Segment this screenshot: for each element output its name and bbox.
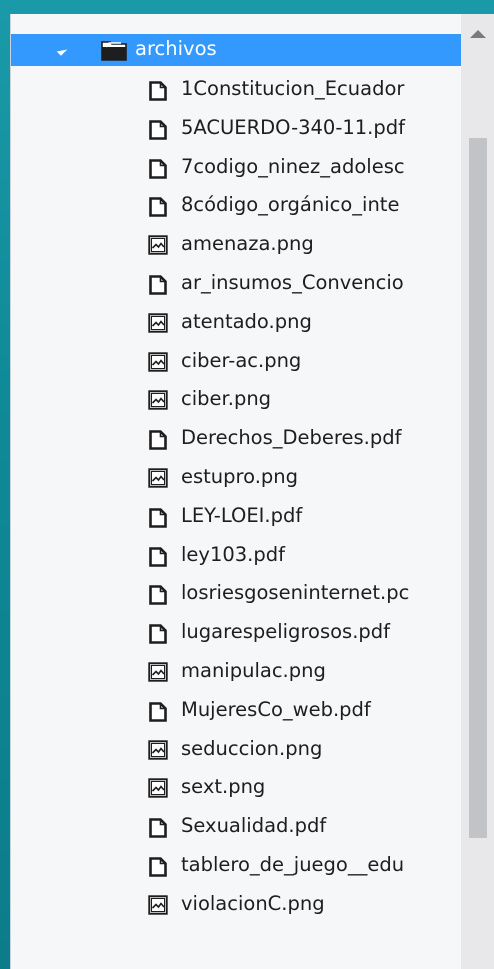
folder-label: archivos — [135, 37, 217, 60]
tree-file-label: lugarespeligrosos.pdf — [181, 620, 391, 644]
tree-file-label: Derechos_Deberes.pdf — [181, 426, 402, 450]
image-file-icon — [148, 313, 168, 333]
tree-file-item[interactable]: losriesgoseninternet.pc — [11, 578, 471, 610]
tree-file-label: ley103.pdf — [181, 542, 285, 566]
image-file-icon — [148, 739, 168, 760]
tree-file-item[interactable]: 5ACUERDO-340-11.pdf — [11, 113, 471, 145]
tree-file-label: ciber.png — [181, 387, 272, 411]
document-file-icon — [149, 275, 167, 295]
tree-file-item[interactable]: 8código_orgánico_inte — [11, 190, 471, 222]
image-file-icon — [148, 468, 168, 488]
folder-open-icon — [101, 41, 127, 61]
tree-file-label: LEY-LOEI.pdf — [181, 503, 303, 527]
expand-collapse-triangle-icon[interactable] — [56, 45, 68, 56]
scrollbar-thumb[interactable] — [469, 138, 487, 838]
tree-file-label: 8código_orgánico_inte — [181, 193, 400, 217]
document-file-icon — [149, 119, 167, 140]
document-file-icon — [149, 546, 167, 567]
document-file-icon — [149, 585, 167, 606]
tree-file-label: 7codigo_ninez_adolesc — [181, 154, 405, 178]
tree-file-item[interactable]: violacionC.png — [11, 889, 471, 921]
tree-file-item[interactable]: MujeresCo_web.pdf — [11, 695, 471, 727]
tree-file-item[interactable]: LEY-LOEI.pdf — [11, 501, 471, 533]
scroll-up-arrow-icon[interactable] — [470, 30, 486, 38]
tree-file-item[interactable]: ley103.pdf — [11, 540, 471, 572]
vertical-scrollbar[interactable] — [461, 14, 494, 969]
tree-file-label: losriesgoseninternet.pc — [181, 581, 410, 605]
image-file-icon — [148, 390, 168, 411]
tree-file-item[interactable]: Sexualidad.pdf — [11, 811, 471, 843]
tree-file-label: MujeresCo_web.pdf — [181, 697, 371, 721]
document-file-icon — [149, 81, 167, 101]
tree-file-item[interactable]: ciber.png — [11, 384, 471, 416]
tree-file-label: seduccion.png — [181, 736, 323, 760]
tree-file-label: violacionC.png — [181, 891, 325, 915]
tree-file-item[interactable]: amenaza.png — [11, 229, 471, 261]
image-file-icon — [148, 351, 168, 372]
tree-file-item[interactable]: seduccion.png — [11, 734, 471, 766]
tree-file-item[interactable]: 7codigo_ninez_adolesc — [11, 152, 471, 184]
document-file-icon — [149, 624, 167, 644]
document-file-icon — [149, 507, 167, 528]
document-file-icon — [149, 430, 167, 450]
tree-file-item[interactable]: sext.png — [11, 772, 471, 804]
tree-file-item[interactable]: lugarespeligrosos.pdf — [11, 617, 471, 649]
tree-file-item[interactable]: atentado.png — [11, 307, 471, 339]
tree-file-label: ciber-ac.png — [181, 348, 302, 372]
tree-file-item[interactable]: manipulac.png — [11, 656, 471, 688]
document-file-icon — [149, 158, 167, 179]
tree-file-label: 5ACUERDO-340-11.pdf — [181, 115, 405, 139]
tree-file-label: manipulac.png — [181, 659, 326, 682]
document-file-icon — [149, 701, 167, 722]
tree-file-label: Sexualidad.pdf — [181, 814, 327, 838]
tree-file-label: atentado.png — [181, 309, 312, 333]
image-file-icon — [148, 662, 168, 682]
tree-folder-archivos[interactable]: archivos — [11, 34, 471, 66]
document-file-icon — [149, 857, 167, 877]
tree-file-item[interactable]: ar_insumos_Convencio — [11, 268, 471, 300]
document-file-icon — [149, 197, 167, 218]
file-tree-panel: archivos 1Constitucion_Ecuador 5ACUERDO-3… — [10, 14, 494, 969]
tree-file-label: sext.png — [181, 775, 266, 799]
image-file-icon — [148, 235, 168, 255]
image-file-icon — [148, 895, 168, 915]
tree-file-label: ar_insumos_Convencio — [181, 271, 404, 294]
tree-file-label: 1Constitucion_Ecuador — [181, 77, 405, 100]
tree-file-item[interactable]: ciber-ac.png — [11, 346, 471, 378]
tree-file-label: estupro.png — [181, 465, 299, 488]
tree-file-item[interactable]: Derechos_Deberes.pdf — [11, 423, 471, 455]
tree-file-item[interactable]: tablero_de_juego__edu — [11, 850, 471, 882]
tree-file-item[interactable]: 1Constitucion_Ecuador — [11, 74, 471, 106]
tree-file-label: amenaza.png — [181, 232, 314, 256]
image-file-icon — [148, 778, 168, 799]
tree-file-label: tablero_de_juego__edu — [181, 853, 405, 876]
document-file-icon — [149, 818, 167, 838]
tree-file-item[interactable]: estupro.png — [11, 462, 471, 494]
